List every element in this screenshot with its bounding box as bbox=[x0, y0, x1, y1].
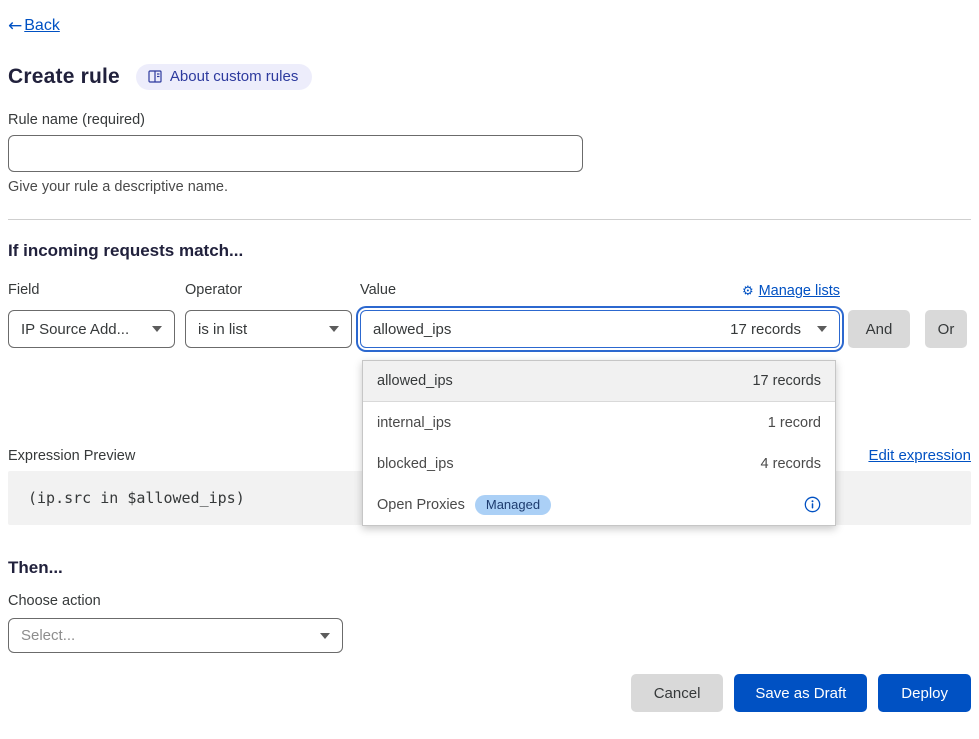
operator-select[interactable]: is in list bbox=[185, 310, 352, 348]
then-section-heading: Then... bbox=[8, 558, 971, 578]
action-select-placeholder: Select... bbox=[21, 627, 75, 644]
chevron-down-icon bbox=[817, 326, 827, 332]
and-button[interactable]: And bbox=[848, 310, 910, 348]
field-label: Field bbox=[8, 282, 175, 299]
back-row: ← Back bbox=[8, 16, 971, 36]
choose-action-label: Choose action bbox=[8, 593, 971, 609]
action-select[interactable]: Select... bbox=[8, 618, 343, 653]
chevron-down-icon bbox=[329, 326, 339, 332]
title-row: Create rule About custom rules bbox=[8, 64, 971, 90]
expression-code: (ip.src in $allowed_ips) bbox=[28, 489, 245, 507]
rule-name-label: Rule name (required) bbox=[8, 112, 971, 128]
field-select-value: IP Source Add... bbox=[21, 321, 129, 338]
value-select-meta: 17 records bbox=[730, 321, 801, 338]
list-option-name: Open Proxies bbox=[377, 497, 465, 513]
gear-icon: ⚙ bbox=[742, 284, 754, 299]
book-icon bbox=[148, 70, 162, 83]
list-option-name: allowed_ips bbox=[377, 373, 453, 389]
footer-actions: Cancel Save as Draft Deploy bbox=[8, 674, 971, 712]
value-select-value: allowed_ips bbox=[373, 321, 451, 338]
list-dropdown-panel: allowed_ips 17 records internal_ips 1 re… bbox=[362, 360, 836, 526]
about-custom-rules-link[interactable]: About custom rules bbox=[136, 64, 312, 90]
value-label: Value bbox=[360, 282, 396, 299]
rule-name-input[interactable] bbox=[8, 135, 583, 172]
back-link[interactable]: ← Back bbox=[8, 16, 60, 36]
list-option-open-proxies[interactable]: Open Proxies Managed bbox=[363, 484, 835, 525]
manage-lists-link[interactable]: ⚙ Manage lists bbox=[742, 283, 840, 299]
managed-badge: Managed bbox=[475, 495, 551, 515]
field-select[interactable]: IP Source Add... bbox=[8, 310, 175, 348]
create-rule-page: ← Back Create rule About custom rules Ru… bbox=[0, 0, 979, 739]
rule-name-helper-text: Give your rule a descriptive name. bbox=[8, 179, 971, 195]
list-option-name: internal_ips bbox=[377, 415, 451, 431]
or-button[interactable]: Or bbox=[925, 310, 967, 348]
chevron-down-icon bbox=[320, 633, 330, 639]
save-as-draft-button[interactable]: Save as Draft bbox=[734, 674, 867, 712]
back-link-label: Back bbox=[24, 17, 60, 35]
list-option-allowed-ips[interactable]: allowed_ips 17 records bbox=[363, 361, 835, 402]
list-option-meta: 17 records bbox=[752, 373, 821, 389]
operator-select-value: is in list bbox=[198, 321, 247, 338]
match-section-heading: If incoming requests match... bbox=[8, 241, 971, 261]
edit-expression-link[interactable]: Edit expression bbox=[868, 447, 971, 464]
match-condition-row: Field IP Source Add... Operator is in li… bbox=[8, 282, 971, 348]
back-arrow-icon: ← bbox=[8, 16, 22, 36]
info-icon[interactable] bbox=[804, 496, 821, 513]
page-title: Create rule bbox=[8, 65, 120, 89]
list-option-meta: 4 records bbox=[761, 456, 821, 472]
expression-preview-label: Expression Preview bbox=[8, 448, 135, 464]
deploy-button[interactable]: Deploy bbox=[878, 674, 971, 712]
value-select[interactable]: allowed_ips 17 records bbox=[360, 310, 840, 348]
about-custom-rules-label: About custom rules bbox=[170, 68, 298, 85]
list-option-meta: 1 record bbox=[768, 415, 821, 431]
list-option-internal-ips[interactable]: internal_ips 1 record bbox=[363, 402, 835, 443]
operator-label: Operator bbox=[185, 282, 352, 299]
section-divider bbox=[8, 219, 971, 220]
manage-lists-label: Manage lists bbox=[759, 283, 840, 299]
list-option-name: blocked_ips bbox=[377, 456, 454, 472]
chevron-down-icon bbox=[152, 326, 162, 332]
list-option-blocked-ips[interactable]: blocked_ips 4 records bbox=[363, 443, 835, 484]
cancel-button[interactable]: Cancel bbox=[631, 674, 724, 712]
